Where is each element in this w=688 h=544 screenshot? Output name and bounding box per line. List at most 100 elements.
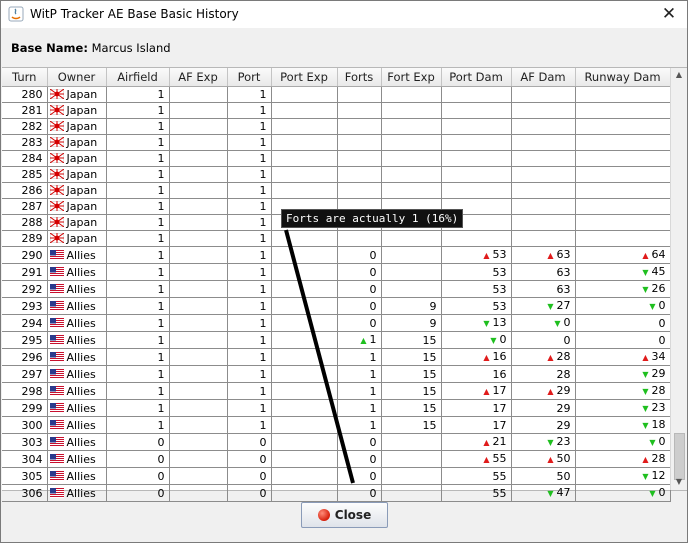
column-header-runway-dam[interactable]: Runway Dam [575,68,671,87]
table-row[interactable]: 293 Allies 1 1 0 9 53 ▼ 27 ▼ 0 [2,297,671,315]
column-header-port-exp[interactable]: Port Exp [271,68,338,87]
column-header-owner[interactable]: Owner [47,68,107,87]
cell-value: 0 [369,486,377,500]
cell-airfield: 1 [106,331,170,349]
cell-value: 1 [259,282,267,296]
cell-value: 1 [259,232,267,245]
cell-runway-dam: 0 [575,314,671,332]
cell-owner: Allies [47,263,107,281]
owner-name: Allies [66,282,96,296]
table-row[interactable]: 306 Allies 0 0 0 55 ▼ 47 ▼ 0 [2,484,671,502]
cell-af-exp [169,166,228,183]
column-header-forts[interactable]: Forts [337,68,382,87]
window-title: WitP Tracker AE Base Basic History [30,7,239,21]
column-header-port-dam[interactable]: Port Dam [441,68,512,87]
cell-af-exp [169,86,228,103]
cell-value: 23 [651,401,666,414]
table-row[interactable]: 305 Allies 0 0 0 55 50 ▼ 12 [2,467,671,485]
cell-value: 1 [157,248,165,262]
table-row[interactable]: 304 Allies 0 0 0 ▲ 55 ▲ 50 ▲ 28 [2,450,671,468]
trend-up-icon: ▲ [547,387,554,396]
table-row[interactable]: 290 Allies 1 1 0 ▲ 53 ▲ 63 ▲ 64 [2,246,671,264]
cell-value: 300 [21,418,43,432]
scroll-down-icon[interactable]: ▼ [674,477,684,487]
title-bar[interactable]: WitP Tracker AE Base Basic History ✕ [1,1,687,28]
cell-af-dam: ▼ 27 [511,297,576,315]
cell-fort-exp [381,450,442,468]
table-row[interactable]: 298 Allies 1 1 1 15 ▲ 17 ▲ 29 ▼ 28 [2,382,671,400]
table-row[interactable]: 295 Allies 1 1 ▲ 1 15 ▼ 0 0 0 [2,331,671,349]
cell-value: 0 [658,435,666,448]
cell-value: 0 [259,452,267,466]
owner-name: Allies [66,265,96,279]
cell-turn: 287 [2,198,48,215]
cell-value: 0 [658,299,666,312]
table-row[interactable]: 299 Allies 1 1 1 15 17 29 ▼ 23 [2,399,671,417]
cell-turn: 299 [2,399,48,417]
table-row[interactable]: 284 Japan 1 1 [2,150,671,167]
japan-flag-icon [49,153,64,163]
cell-runway-dam: ▼ 0 [575,484,671,502]
table-row[interactable]: 283 Japan 1 1 [2,134,671,151]
column-header-af-dam[interactable]: AF Dam [511,68,576,87]
cell-owner: Japan [47,214,107,231]
trend-down-icon: ▼ [642,421,649,430]
column-header-fort-exp[interactable]: Fort Exp [381,68,442,87]
cell-fort-exp: 15 [381,416,442,434]
table-row[interactable]: 281 Japan 1 1 [2,102,671,119]
trend-down-icon: ▼ [649,438,656,447]
cell-value: 1 [369,418,377,432]
trend-down-icon: ▼ [483,319,490,328]
table-row[interactable]: 292 Allies 1 1 0 53 63 ▼ 26 [2,280,671,298]
cell-af-dam [511,214,576,231]
cell-value: 18 [651,418,666,431]
cell-fort-exp [381,280,442,298]
vertical-scrollbar[interactable]: ▲ ▼ [670,68,687,490]
cell-value: 1 [369,384,377,398]
cell-turn: 290 [2,246,48,264]
cell-value: 53 [492,248,507,261]
cell-value: 0 [658,486,666,499]
cell-af-dam: ▲ 28 [511,348,576,366]
cell-port: 0 [227,433,272,451]
table-row[interactable]: 294 Allies 1 1 0 9 ▼ 13 ▼ 0 0 [2,314,671,332]
trend-down-icon: ▼ [642,387,649,396]
cell-fort-exp [381,467,442,485]
cell-value: 0 [259,469,267,483]
cell-forts: 0 [337,433,382,451]
column-header-af-exp[interactable]: AF Exp [169,68,228,87]
cell-port-dam: 55 [441,467,512,485]
cell-value: 1 [259,401,267,415]
column-header-port[interactable]: Port [227,68,272,87]
cell-airfield: 1 [106,399,170,417]
cell-port: 0 [227,450,272,468]
table-row[interactable]: 285 Japan 1 1 [2,166,671,183]
table-row[interactable]: 297 Allies 1 1 1 15 16 28 ▼ 29 [2,365,671,383]
scroll-thumb[interactable] [674,433,685,480]
table-row[interactable]: 300 Allies 1 1 1 15 17 29 ▼ 18 [2,416,671,434]
cell-value: 1 [259,104,267,117]
cell-port-dam: 16 [441,365,512,383]
column-header-airfield[interactable]: Airfield [106,68,170,87]
cell-af-exp [169,198,228,215]
close-button[interactable]: Close [301,502,388,528]
table-row[interactable]: 291 Allies 1 1 0 53 63 ▼ 45 [2,263,671,281]
cell-value: 0 [369,265,377,279]
cell-port-dam: 55 [441,484,512,502]
table-row[interactable]: 303 Allies 0 0 0 ▲ 21 ▼ 23 ▼ 0 [2,433,671,451]
table-row[interactable]: 280 Japan 1 1 [2,86,671,103]
window-close-icon[interactable]: ✕ [659,4,679,24]
scroll-up-icon[interactable]: ▲ [674,70,684,80]
cell-value: 26 [651,282,666,295]
table-row[interactable]: 282 Japan 1 1 [2,118,671,135]
cell-owner: Allies [47,416,107,434]
table-row[interactable]: 296 Allies 1 1 1 15 ▲ 16 ▲ 28 ▲ 34 [2,348,671,366]
table-row[interactable]: 286 Japan 1 1 [2,182,671,199]
cell-fort-exp [381,484,442,502]
cell-port-exp [271,182,338,199]
table-row[interactable]: 289 Japan 1 1 [2,230,671,247]
cell-fort-exp [381,433,442,451]
column-header-turn[interactable]: Turn [2,68,48,87]
japan-flag-icon [49,201,64,211]
cell-port-dam: 17 [441,416,512,434]
